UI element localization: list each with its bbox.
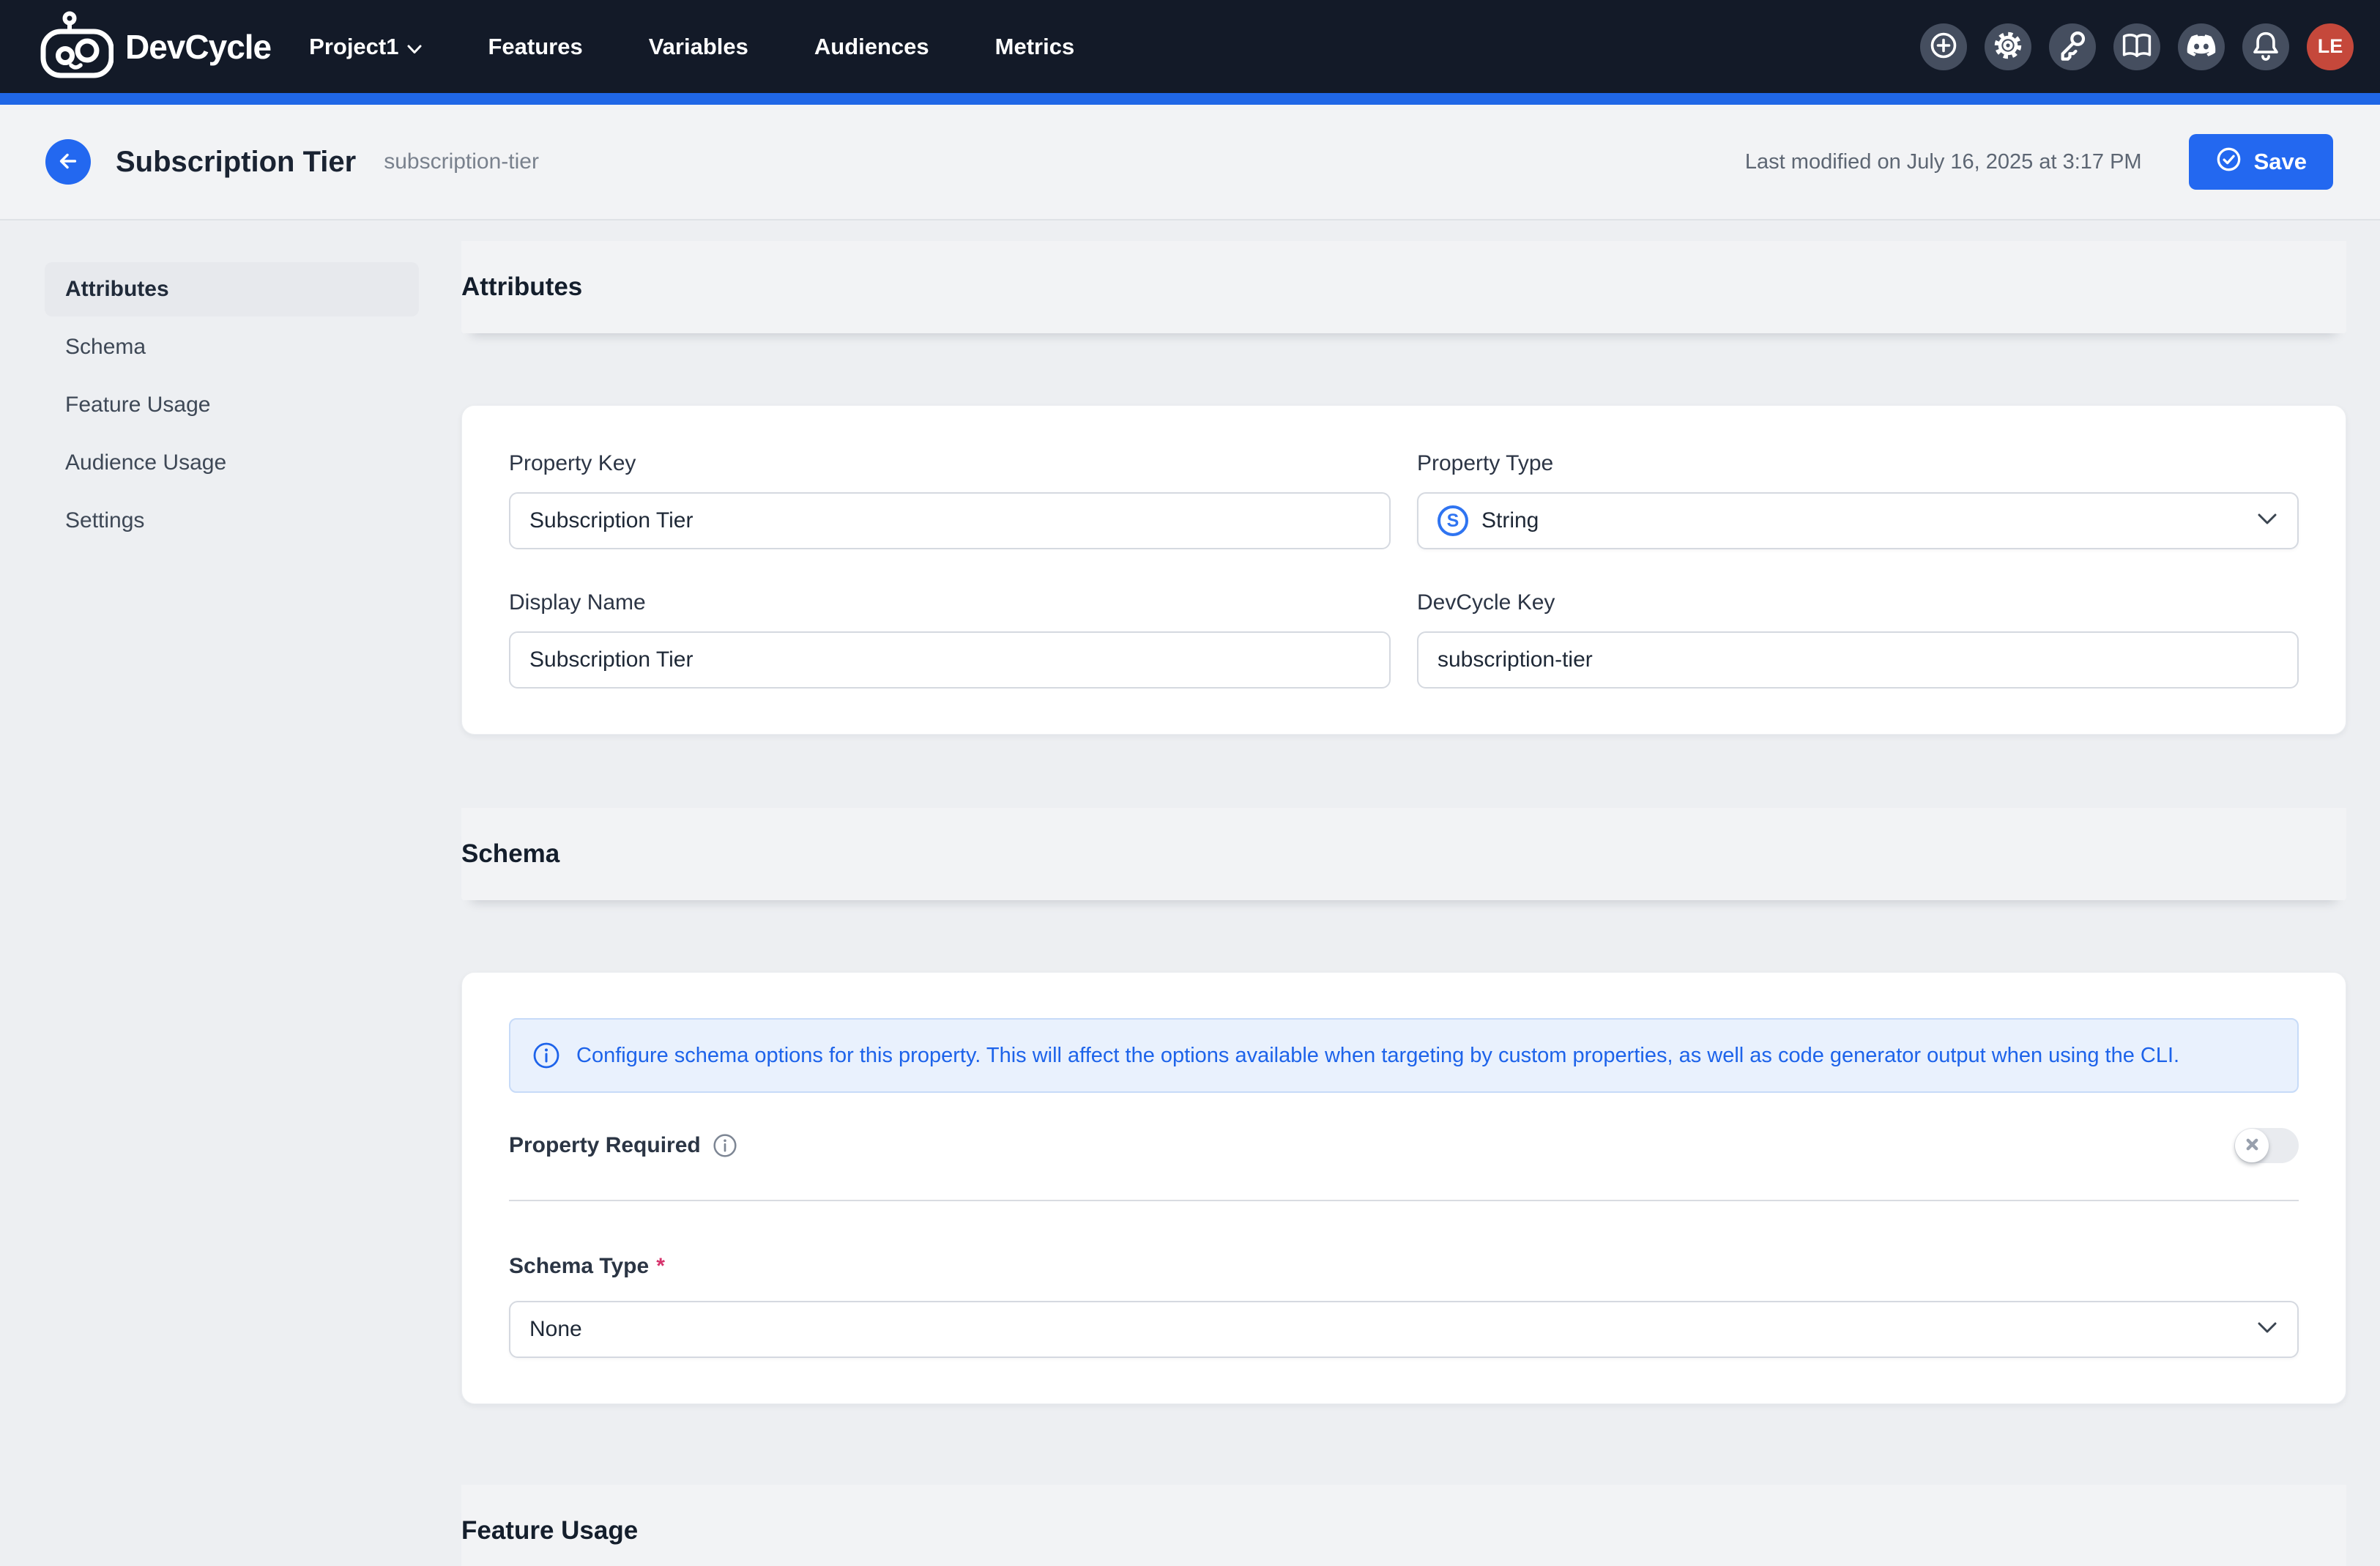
devcycle-logo[interactable]: DevCycle: [40, 11, 271, 82]
divider: [509, 1200, 2299, 1201]
discord-button[interactable]: [2178, 23, 2225, 70]
discord-icon: [2186, 33, 2217, 60]
sidebar-item-audience-usage[interactable]: Audience Usage: [45, 436, 419, 490]
schema-info-text: Configure schema options for this proper…: [576, 1044, 2179, 1068]
info-icon: [713, 1133, 737, 1158]
check-circle-icon: [2215, 146, 2242, 179]
property-required-row: Property Required: [509, 1128, 2299, 1163]
nav-audiences[interactable]: Audiences: [814, 34, 929, 60]
schema-type-select[interactable]: None: [509, 1301, 2299, 1358]
attributes-section-title: Attributes: [461, 272, 582, 302]
page-key: subscription-tier: [384, 149, 539, 174]
property-type-select[interactable]: S String: [1417, 492, 2299, 549]
devcycle-key-field-group: DevCycle Key: [1417, 590, 2299, 689]
property-key-field-group: Property Key: [509, 451, 1391, 549]
arrow-left-icon: [56, 149, 81, 176]
devcycle-key-label: DevCycle Key: [1417, 590, 2299, 615]
devcycle-key-input[interactable]: [1417, 631, 2299, 689]
create-button[interactable]: [1920, 23, 1967, 70]
sidebar-item-feature-usage[interactable]: Feature Usage: [45, 378, 419, 432]
property-required-label: Property Required: [509, 1133, 701, 1158]
page-header: Subscription Tier subscription-tier Last…: [0, 105, 2380, 220]
documentation-button[interactable]: [2113, 23, 2160, 70]
accent-bar: [0, 93, 2380, 105]
info-icon: [532, 1042, 560, 1069]
display-name-input[interactable]: [509, 631, 1391, 689]
notifications-button[interactable]: [2242, 23, 2289, 70]
back-button[interactable]: [45, 139, 91, 185]
main-nav: Project1 Features Variables Audiences Me…: [309, 34, 1074, 60]
navbar-actions: LE: [1920, 23, 2354, 70]
book-icon: [2121, 31, 2153, 62]
property-key-input[interactable]: [509, 492, 1391, 549]
nav-project-selector[interactable]: Project1: [309, 34, 422, 60]
display-name-field-group: Display Name: [509, 590, 1391, 689]
attributes-card: Property Key Property Type S String: [461, 405, 2346, 735]
chevron-down-icon: [2258, 1322, 2277, 1337]
last-modified-text: Last modified on July 16, 2025 at 3:17 P…: [1745, 150, 2142, 174]
string-type-icon: S: [1438, 505, 1468, 536]
property-key-label: Property Key: [509, 451, 1391, 476]
page-title: Subscription Tier: [116, 146, 356, 179]
plus-circle-icon: [1929, 31, 1958, 62]
key-icon: [2057, 30, 2088, 63]
display-name-label: Display Name: [509, 590, 1391, 615]
top-navbar: DevCycle Project1 Features Variables Aud…: [0, 0, 2380, 93]
property-required-toggle[interactable]: [2234, 1128, 2299, 1163]
brand-name: DevCycle: [125, 27, 271, 67]
settings-button[interactable]: [1985, 23, 2031, 70]
required-asterisk: *: [656, 1254, 665, 1279]
devcycle-robot-icon: [40, 11, 114, 82]
schema-info-alert: Configure schema options for this proper…: [509, 1018, 2299, 1093]
schema-type-label-row: Schema Type *: [509, 1254, 2299, 1279]
feature-usage-section-header: Feature Usage: [461, 1485, 2346, 1566]
schema-section-title: Schema: [461, 839, 559, 869]
sidebar-item-schema[interactable]: Schema: [45, 320, 419, 374]
chevron-down-icon: [407, 34, 422, 60]
property-type-label: Property Type: [1417, 451, 2299, 476]
user-avatar[interactable]: LE: [2307, 23, 2354, 70]
gear-icon: [1993, 30, 2023, 63]
bell-icon: [2251, 29, 2280, 64]
toggle-knob: [2235, 1129, 2269, 1162]
section-nav: Attributes Schema Feature Usage Audience…: [45, 262, 419, 552]
attributes-section-header: Attributes: [461, 241, 2346, 333]
schema-section-header: Schema: [461, 808, 2346, 900]
feature-usage-section-title: Feature Usage: [461, 1516, 638, 1545]
api-keys-button[interactable]: [2049, 23, 2096, 70]
schema-type-label: Schema Type: [509, 1254, 649, 1279]
nav-variables[interactable]: Variables: [649, 34, 748, 60]
devcycle-app: DevCycle Project1 Features Variables Aud…: [0, 0, 2380, 1566]
sidebar-item-settings[interactable]: Settings: [45, 494, 419, 548]
nav-features[interactable]: Features: [488, 34, 582, 60]
chevron-down-icon: [2258, 513, 2277, 529]
schema-card: Configure schema options for this proper…: [461, 972, 2346, 1404]
property-type-field-group: Property Type S String: [1417, 451, 2299, 549]
save-button[interactable]: Save: [2189, 134, 2333, 190]
sidebar-item-attributes[interactable]: Attributes: [45, 262, 419, 316]
nav-metrics[interactable]: Metrics: [995, 34, 1075, 60]
x-icon: [2245, 1138, 2259, 1154]
